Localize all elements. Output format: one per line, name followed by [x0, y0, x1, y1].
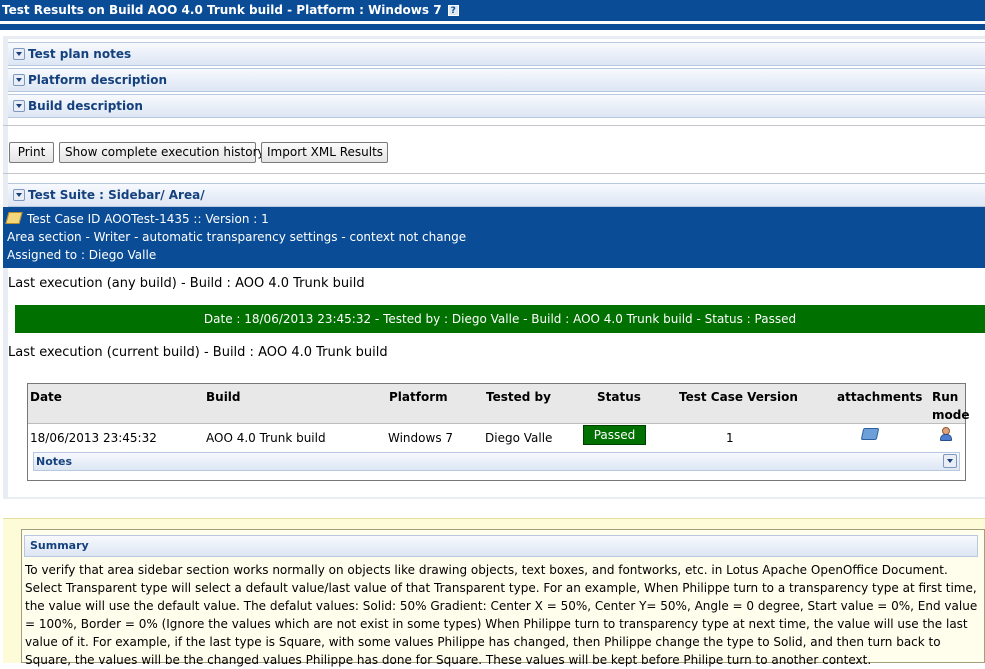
column-header-date: Date [30, 390, 62, 404]
divider [3, 173, 985, 174]
expand-arrow-icon[interactable] [13, 100, 25, 112]
column-header-platform: Platform [389, 390, 448, 404]
execution-status-banner: Date : 18/06/2013 23:45:32 - Tested by :… [15, 305, 985, 333]
notes-label: Notes [36, 455, 73, 468]
section-test-suite[interactable]: Test Suite : Sidebar/ Area/ [8, 183, 985, 207]
status-badge: Passed [583, 425, 646, 445]
import-xml-button[interactable]: Import XML Results [261, 142, 388, 163]
section-test-plan-notes[interactable]: Test plan notes [8, 42, 985, 66]
show-history-button[interactable]: Show complete execution history [59, 142, 265, 163]
notes-bar[interactable]: Notes [33, 452, 960, 471]
header-band [0, 24, 985, 30]
test-case-title: Area section - Writer - automatic transp… [7, 230, 467, 244]
cell-date: 18/06/2013 23:45:32 [30, 431, 157, 445]
last-execution-current-build: Last execution (current build) - Build :… [8, 345, 388, 360]
cell-platform: Windows 7 [388, 431, 454, 445]
test-suite-label: Test Suite : Sidebar/ Area/ [28, 188, 205, 202]
expand-arrow-icon[interactable] [13, 189, 25, 201]
print-button[interactable]: Print [9, 142, 54, 163]
edit-icon[interactable] [5, 212, 23, 224]
column-header-tested-by: Tested by [486, 390, 551, 404]
manual-run-mode-icon [938, 426, 954, 442]
column-header-build: Build [206, 390, 241, 404]
test-case-id: Test Case ID AOOTest-1435 :: Version : 1 [27, 212, 269, 226]
summary-text: To verify that area sidebar section work… [25, 563, 978, 667]
summary-panel: Summary To verify that area sidebar sect… [21, 529, 985, 667]
test-case-id-line: Test Case ID AOOTest-1435 :: Version : 1 [5, 210, 985, 228]
expand-notes-icon[interactable] [943, 454, 957, 468]
window-title-bar: Test Results on Build AOO 4.0 Trunk buil… [0, 0, 985, 21]
expand-arrow-icon[interactable] [13, 74, 25, 86]
help-icon[interactable]: ? [447, 5, 459, 16]
page-title: Test Results on Build AOO 4.0 Trunk buil… [2, 3, 442, 17]
section-platform-description[interactable]: Platform description [8, 68, 985, 92]
column-header-attachments: attachments [837, 390, 923, 404]
column-header-tc-version: Test Case Version [679, 390, 798, 404]
section-build-description[interactable]: Build description [8, 94, 985, 118]
column-header-run-mode: Run mode [932, 388, 969, 424]
section-label: Platform description [28, 73, 168, 87]
cell-build: AOO 4.0 Trunk build [206, 431, 326, 445]
section-label: Test plan notes [28, 47, 132, 61]
expand-arrow-icon[interactable] [13, 48, 25, 60]
summary-header[interactable]: Summary [24, 535, 978, 557]
attachment-folder-icon[interactable] [860, 428, 880, 440]
cell-tested-by: Diego Valle [485, 431, 553, 445]
divider [3, 125, 985, 126]
run-mode-line2: mode [932, 408, 970, 422]
test-case-header: Test Case ID AOOTest-1435 :: Version : 1… [3, 207, 985, 268]
run-mode-line1: Run [932, 390, 959, 404]
test-case-assignee: Assigned to : Diego Valle [7, 248, 157, 262]
section-label: Build description [28, 99, 143, 113]
cell-tc-version: 1 [726, 431, 734, 445]
last-execution-any-build: Last execution (any build) - Build : AOO… [8, 276, 365, 291]
execution-table: Date Build Platform Tested by Status Tes… [27, 383, 969, 481]
column-header-status: Status [597, 390, 641, 404]
